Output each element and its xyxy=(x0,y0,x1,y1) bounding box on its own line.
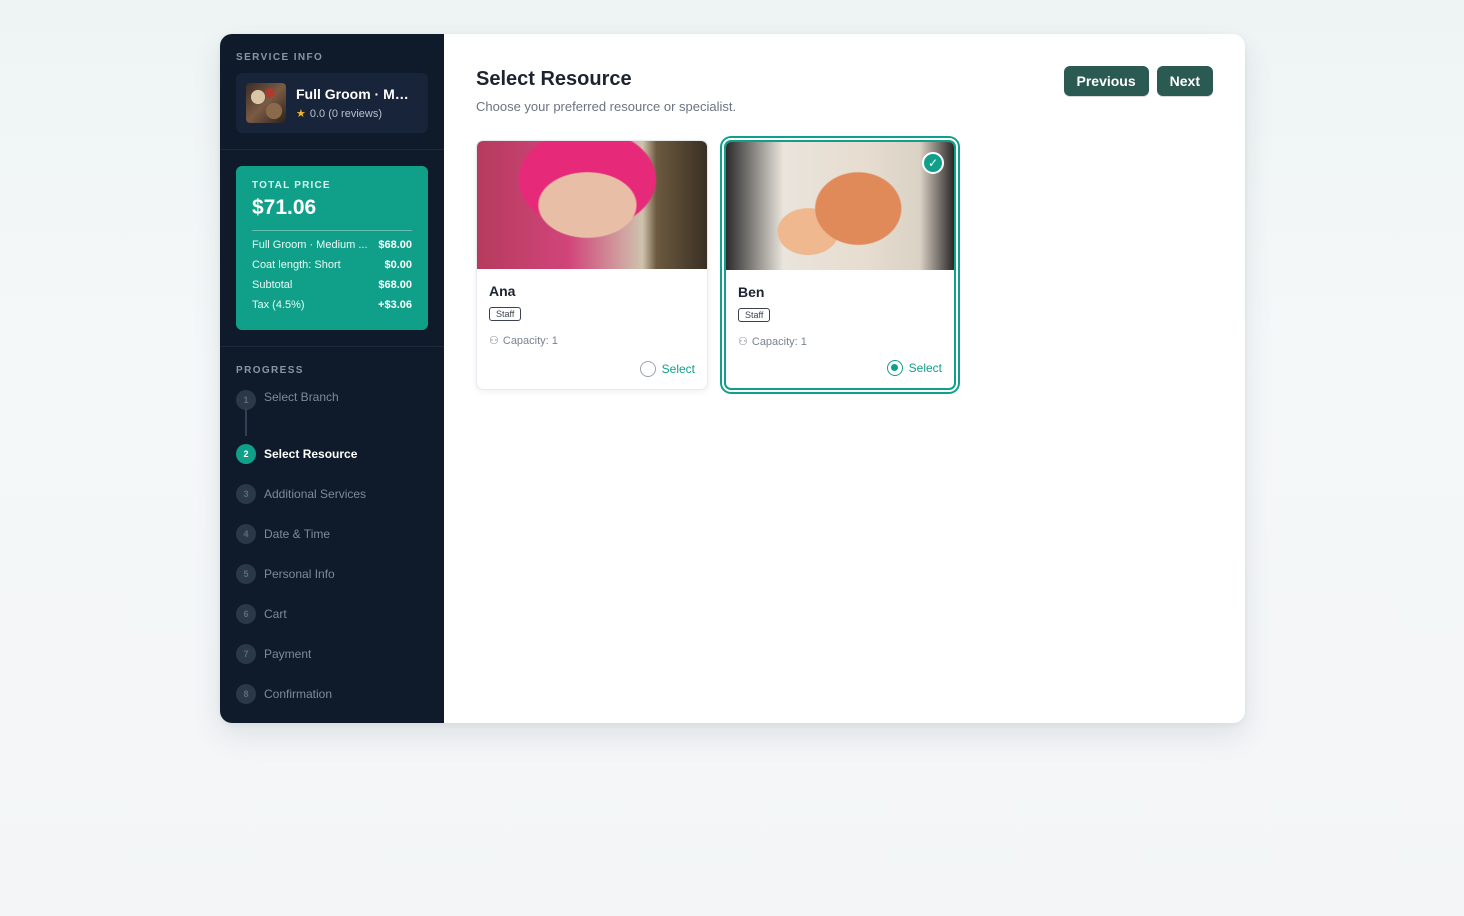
step-cart[interactable]: 6 Cart xyxy=(236,594,428,634)
price-row-label: Subtotal xyxy=(252,279,293,291)
service-title: Full Groom · Me... xyxy=(296,86,414,102)
step-label: Date & Time xyxy=(264,527,331,541)
step-number: 8 xyxy=(236,684,256,704)
total-price-label: TOTAL PRICE xyxy=(252,180,331,191)
service-info-label: SERVICE INFO xyxy=(236,52,324,63)
step-personal-info[interactable]: 5 Personal Info xyxy=(236,554,428,594)
service-summary: Full Groom · Me... ★ 0.0 (0 reviews) xyxy=(236,73,428,133)
select-radio[interactable]: Select xyxy=(886,360,942,376)
step-number: 5 xyxy=(236,564,256,584)
capacity-text: Capacity: 1 xyxy=(502,334,558,347)
price-section: TOTAL PRICE $71.06 Full Groom · Medium .… xyxy=(220,150,444,347)
step-label: Payment xyxy=(264,647,312,661)
radio-icon[interactable] xyxy=(639,361,656,377)
main-panel: Select Resource Choose your preferred re… xyxy=(444,34,1245,723)
step-payment[interactable]: 7 Payment xyxy=(236,634,428,674)
step-label: Select Branch xyxy=(264,390,339,404)
resource-photo xyxy=(726,142,954,270)
service-rating: ★ 0.0 (0 reviews) xyxy=(296,107,414,121)
step-select-resource[interactable]: 2 Select Resource xyxy=(236,434,428,474)
resource-capacity: ⚇ Capacity: 1 xyxy=(738,335,942,349)
step-confirmation[interactable]: 8 Confirmation xyxy=(236,674,428,714)
total-price-value: $71.06 xyxy=(252,196,412,231)
resource-list: Ana Staff ⚇ Capacity: 1 Select ✓ Ben Sta… xyxy=(476,140,1213,390)
step-date-time[interactable]: 4 Date & Time xyxy=(236,514,428,554)
price-row: Full Groom · Medium ... $68.00 xyxy=(252,239,412,251)
next-button[interactable]: Next xyxy=(1156,66,1213,96)
price-row-value: $68.00 xyxy=(378,279,412,291)
progress-label: PROGRESS xyxy=(236,365,304,376)
resource-capacity: ⚇ Capacity: 1 xyxy=(489,334,695,348)
previous-button[interactable]: Previous xyxy=(1063,66,1149,96)
resource-card-ana[interactable]: Ana Staff ⚇ Capacity: 1 Select xyxy=(476,140,708,390)
select-label: Select xyxy=(661,362,695,376)
rating-text: 0.0 (0 reviews) xyxy=(309,107,383,120)
step-number: 6 xyxy=(236,604,256,624)
radio-icon[interactable] xyxy=(886,360,903,376)
price-row-label: Tax (4.5%) xyxy=(252,299,305,311)
page-subtitle: Choose your preferred resource or specia… xyxy=(476,99,737,114)
progress-steps: 1 Select Branch 2 Select Resource 3 Addi… xyxy=(236,388,428,714)
booking-card: SERVICE INFO Full Groom · Me... ★ 0.0 (0… xyxy=(220,34,1245,723)
sidebar: SERVICE INFO Full Groom · Me... ★ 0.0 (0… xyxy=(220,34,444,723)
select-label: Select xyxy=(908,361,942,375)
price-row-label: Coat length: Short xyxy=(252,259,341,271)
step-number: 1 xyxy=(236,390,256,410)
capacity-icon: ⚇ xyxy=(738,336,748,348)
capacity-icon: ⚇ xyxy=(489,335,499,347)
resource-photo xyxy=(477,141,707,269)
step-label: Select Resource xyxy=(264,447,358,461)
service-thumbnail xyxy=(246,83,286,123)
step-number: 4 xyxy=(236,524,256,544)
step-label: Additional Services xyxy=(264,487,367,501)
star-icon: ★ xyxy=(296,108,306,120)
check-icon: ✓ xyxy=(922,152,944,174)
price-row: Coat length: Short $0.00 xyxy=(252,259,412,271)
nav-buttons: Previous Next xyxy=(1063,66,1213,96)
select-radio[interactable]: Select xyxy=(639,361,695,377)
resource-name: Ana xyxy=(489,283,516,299)
price-row-label: Full Groom · Medium ... xyxy=(252,239,368,251)
step-label: Confirmation xyxy=(264,687,333,701)
step-additional-services[interactable]: 3 Additional Services xyxy=(236,474,428,514)
resource-card-ben[interactable]: ✓ Ben Staff ⚇ Capacity: 1 Select xyxy=(724,140,956,390)
step-number: 7 xyxy=(236,644,256,664)
capacity-text: Capacity: 1 xyxy=(751,335,807,348)
price-row-value: $0.00 xyxy=(384,259,412,271)
resource-type-badge: Staff xyxy=(489,307,522,321)
step-label: Personal Info xyxy=(264,567,335,581)
total-price-box: TOTAL PRICE $71.06 Full Groom · Medium .… xyxy=(236,166,428,330)
price-row-value: $68.00 xyxy=(378,239,412,251)
resource-name: Ben xyxy=(738,284,765,300)
price-row: Tax (4.5%) +$3.06 xyxy=(252,299,412,311)
price-row-value: +$3.06 xyxy=(378,299,412,311)
progress-section: PROGRESS 1 Select Branch 2 Select Resour… xyxy=(220,347,444,723)
step-number: 3 xyxy=(236,484,256,504)
step-number: 2 xyxy=(236,444,256,464)
step-select-branch[interactable]: 1 Select Branch xyxy=(236,388,428,436)
step-label: Cart xyxy=(264,607,287,621)
service-info-section: SERVICE INFO Full Groom · Me... ★ 0.0 (0… xyxy=(220,34,444,150)
resource-type-badge: Staff xyxy=(738,308,771,322)
price-row: Subtotal $68.00 xyxy=(252,279,412,291)
